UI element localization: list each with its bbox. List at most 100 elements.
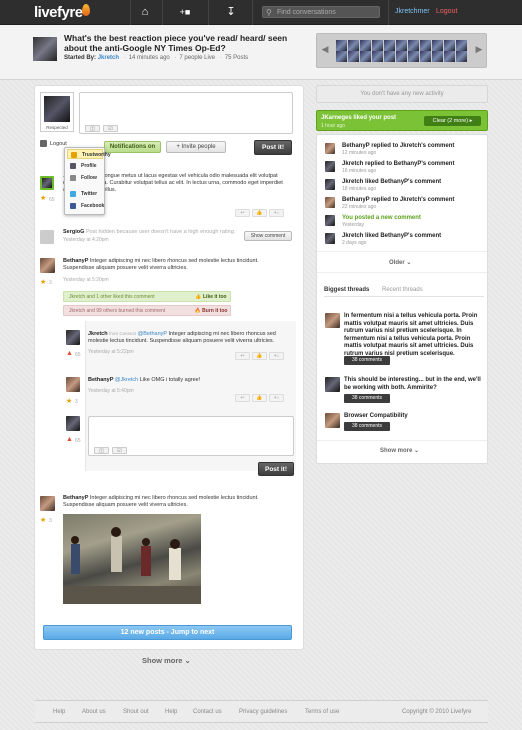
divider: [317, 251, 487, 252]
avatar[interactable]: [40, 258, 55, 273]
footer-link-contact[interactable]: Contact us: [193, 709, 222, 715]
footer-link-help-2[interactable]: Help: [165, 709, 177, 715]
comment-textarea[interactable]: ◫ ☑: [79, 92, 293, 134]
activity-feed: BethanyP replied to Jkretch's comment 12 …: [316, 134, 488, 464]
attach-icon[interactable]: ◫: [94, 447, 109, 454]
more-icon[interactable]: +↓: [269, 394, 284, 402]
search-input[interactable]: ⚲ Find conversations: [262, 6, 380, 18]
like-it-too-button[interactable]: 👍 Like it too: [194, 293, 228, 302]
avatar[interactable]: [66, 330, 80, 345]
comment-actions: ↩ 👍 +↓: [233, 209, 284, 217]
avatar[interactable]: [40, 176, 54, 190]
score-count: 65: [75, 438, 81, 444]
comment-text: BethanyP @Jkretch Like OMG i totally agr…: [88, 377, 201, 383]
footer-link-shout-out[interactable]: Shout out: [123, 709, 149, 715]
post-button[interactable]: Post it!: [254, 140, 292, 155]
reply-icon[interactable]: ↩: [235, 352, 250, 360]
menu-item-facebook[interactable]: Facebook: [67, 201, 104, 211]
jump-to-new-button[interactable]: 12 new posts - Jump to next: [43, 625, 292, 640]
show-comment-button[interactable]: Show comment: [244, 231, 292, 241]
started-by-label: Started By:: [64, 55, 97, 61]
chevron-down-icon: ⌄: [414, 448, 420, 454]
composer-avatar: Respected: [40, 92, 74, 132]
username-link[interactable]: Jkretchmer: [395, 8, 430, 15]
comment-actions: ↩ 👍 +↓: [233, 352, 284, 360]
show-more-link[interactable]: Show more ⌄: [142, 656, 191, 665]
flame-icon: ▲: [66, 350, 73, 357]
score-count: 65: [49, 197, 55, 203]
comment-text: BethanyP Integer adipiscing mi nec liber…: [63, 495, 259, 508]
like-icon[interactable]: 👍: [252, 352, 267, 360]
started-time: 14 minutes ago: [128, 55, 170, 61]
logout-link[interactable]: Logout: [436, 8, 457, 15]
chevron-down-icon: ⌄: [184, 656, 191, 665]
timestamp: Yesterday at 5:40pm: [88, 388, 134, 394]
liked-summary: Jkretch and 1 other liked this comment 👍…: [63, 291, 231, 302]
timestamp: Yesterday at 5:20pm: [63, 277, 109, 283]
divider: [317, 440, 487, 441]
invite-button[interactable]: + Invite people: [166, 141, 226, 153]
avatar[interactable]: [40, 496, 55, 511]
starter-link[interactable]: Jkretch: [98, 55, 119, 61]
score-count: 3: [49, 518, 52, 524]
notification-time: 1 hour ago: [321, 123, 345, 129]
divider: [388, 0, 389, 25]
threads-show-more-link[interactable]: Show more ⌄: [380, 447, 419, 454]
share-icon[interactable]: ☑: [103, 125, 118, 132]
notification-title[interactable]: JKarneges liked your post: [321, 115, 396, 121]
divider: [162, 0, 163, 25]
notifications-toggle[interactable]: Notifications on: [104, 141, 161, 153]
menu-item-twitter[interactable]: Twitter: [67, 189, 103, 199]
chevron-right-icon[interactable]: ▶: [474, 44, 484, 55]
more-icon[interactable]: +↓: [269, 352, 284, 360]
burned-summary: Jkretch and 99 others burned this commen…: [63, 305, 231, 316]
participant-strip: ◀ ▶: [316, 33, 487, 68]
participant-thumbs: [335, 40, 471, 62]
star-icon: ★: [40, 279, 47, 286]
footer-link-about[interactable]: About us: [82, 709, 106, 715]
attached-photo[interactable]: [63, 514, 201, 604]
thread-tabs: Biggest threads Recent threads: [324, 285, 484, 297]
starter-avatar[interactable]: [33, 37, 57, 61]
clear-notifications-button[interactable]: Clear (2 more) ▸: [424, 116, 481, 126]
rating-label: Respected: [46, 125, 68, 130]
score-count: 3: [49, 280, 52, 286]
share-icon[interactable]: ☑: [112, 447, 127, 454]
attach-icon[interactable]: ◫: [85, 125, 100, 132]
user-menu-icon[interactable]: [40, 140, 47, 147]
reply-icon[interactable]: ↩: [235, 394, 250, 402]
more-icon[interactable]: +↓: [269, 209, 284, 217]
reply-textarea[interactable]: ◫ ☑: [88, 416, 294, 456]
avatar[interactable]: [66, 377, 80, 392]
home-icon[interactable]: ⌂: [138, 6, 152, 18]
footer-link-privacy[interactable]: Privacy guidelines: [239, 709, 287, 715]
score-count: 3: [75, 399, 78, 405]
download-icon[interactable]: ↧: [224, 6, 238, 18]
menu-item-follow[interactable]: Follow: [67, 173, 103, 183]
comment-actions: ↩ 👍 +↓: [233, 394, 284, 402]
older-link[interactable]: Older ⌄: [389, 259, 411, 266]
star-icon: ★: [66, 398, 73, 405]
logout-button[interactable]: Logout: [50, 141, 67, 147]
photo-figures: [63, 527, 201, 604]
post-count: 75 Posts: [224, 55, 249, 61]
header-meta: Started By: Jkretch · 14 minutes ago · 7 p…: [64, 55, 249, 61]
footer-link-terms[interactable]: Terms of use: [305, 709, 339, 715]
menu-item-profile[interactable]: Profile: [67, 161, 103, 171]
livefyre-logo[interactable]: livefyre: [34, 4, 83, 21]
reply-icon[interactable]: ↩: [235, 209, 250, 217]
footer: Help About us Shout out Help Contact us …: [35, 700, 488, 723]
live-count: 7 people Live: [179, 55, 216, 61]
new-conversation-icon[interactable]: +■: [178, 6, 192, 18]
burn-it-too-button[interactable]: 🔥 Burn it too: [194, 307, 228, 316]
tab-recent-threads[interactable]: Recent threads: [382, 287, 423, 293]
divider: [317, 272, 487, 273]
menu-item-trustworthy[interactable]: Trustworthy: [67, 149, 111, 159]
like-icon[interactable]: 👍: [252, 394, 267, 402]
footer-link-help[interactable]: Help: [53, 709, 65, 715]
tab-biggest-threads[interactable]: Biggest threads: [324, 287, 369, 293]
reply-post-button[interactable]: Post it!: [258, 462, 294, 476]
search-placeholder: Find conversations: [277, 9, 336, 16]
chevron-left-icon[interactable]: ◀: [320, 44, 330, 55]
like-icon[interactable]: 👍: [252, 209, 267, 217]
